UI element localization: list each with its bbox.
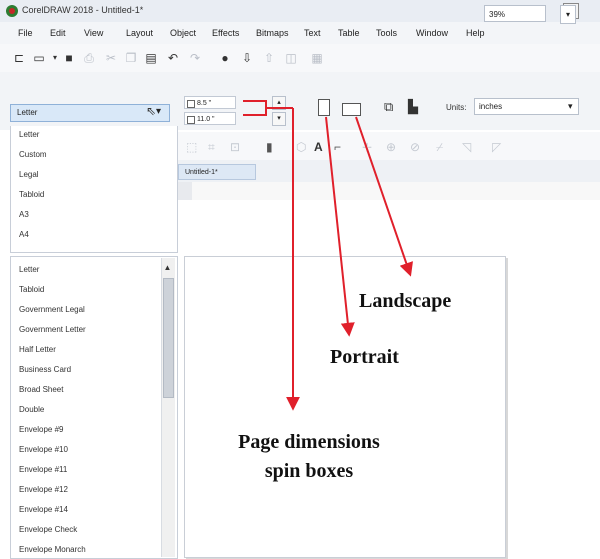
export-icon[interactable]: ⇧ bbox=[262, 51, 276, 65]
list-item[interactable]: Government Letter bbox=[19, 325, 86, 334]
document-tab[interactable]: Untitled-1* bbox=[178, 164, 256, 180]
standard-toolbar: ⊏ ▭ ▾ ■ ⎙ ✂ ❐ ▤ ↶ ↷ ● ⇩ ⇧ ◫ ▦ bbox=[0, 44, 600, 73]
horizontal-ruler bbox=[174, 182, 600, 201]
spin-down-icon[interactable]: ▾ bbox=[272, 112, 286, 126]
import-icon[interactable]: ⇩ bbox=[240, 51, 254, 65]
portrait-annotation: Portrait bbox=[330, 346, 399, 368]
list-item[interactable]: Letter bbox=[19, 130, 39, 139]
page-height-spinbox[interactable]: 11.0 " bbox=[184, 112, 236, 125]
width-icon bbox=[187, 100, 195, 108]
scrollbar-thumb[interactable] bbox=[163, 278, 174, 398]
all-pages-icon[interactable]: ⧉ bbox=[384, 99, 393, 115]
undo-icon[interactable]: ↶ bbox=[166, 51, 180, 65]
app-launcher-icon[interactable]: ▦ bbox=[310, 51, 324, 65]
page-dimensions-annotation-line1: Page dimensions bbox=[238, 431, 380, 453]
redo-icon[interactable]: ↷ bbox=[188, 51, 202, 65]
page-size-list: Letter Tabloid Government Legal Governme… bbox=[10, 256, 178, 559]
units-dropdown-icon[interactable]: ▾ bbox=[568, 101, 573, 112]
toolbox-strip: ⬚ ⌗ ⊡ ▮ ⬡ A ⌐ ⊹ ⊕ ⊘ ⌿ ◹ ◸ bbox=[174, 132, 600, 161]
menu-object[interactable]: Object bbox=[170, 28, 196, 38]
menu-layout[interactable]: Layout bbox=[126, 28, 153, 38]
page-width-value: 8.5 " bbox=[197, 100, 212, 107]
list-item[interactable]: A3 bbox=[19, 210, 29, 219]
eyedropper-tool-icon[interactable]: ⌿ bbox=[436, 140, 443, 155]
page-dimensions-annotation: Page dimensions spin boxes bbox=[204, 428, 414, 486]
search-content-icon[interactable]: ● bbox=[218, 51, 232, 65]
copy-icon[interactable]: ❐ bbox=[124, 51, 138, 65]
menu-tools[interactable]: Tools bbox=[376, 28, 397, 38]
window-title: CorelDRAW 2018 - Untitled-1* bbox=[22, 5, 144, 15]
list-item[interactable]: Tabloid bbox=[19, 190, 44, 199]
landscape-annotation: Landscape bbox=[359, 290, 452, 312]
zoom-level-field[interactable]: 39% bbox=[484, 5, 546, 22]
zoom-dropdown-icon[interactable]: ▾ bbox=[560, 5, 576, 24]
connector-tool-icon[interactable]: ⊹ bbox=[362, 140, 372, 154]
units-select[interactable]: inches bbox=[474, 98, 579, 115]
current-page-icon[interactable]: ▙ bbox=[408, 99, 418, 115]
list-item[interactable]: Custom bbox=[19, 150, 47, 159]
list-item[interactable]: Half Letter bbox=[19, 345, 56, 354]
list-item[interactable]: Envelope #9 bbox=[19, 425, 63, 434]
menu-file[interactable]: File bbox=[18, 28, 33, 38]
zoom-tool-icon[interactable]: ⊡ bbox=[230, 140, 240, 154]
scroll-up-icon[interactable]: ▲ bbox=[162, 262, 173, 273]
list-item[interactable]: Tabloid bbox=[19, 285, 44, 294]
polygon-tool-icon[interactable]: ⬡ bbox=[296, 140, 306, 154]
spin-up-icon[interactable]: ▴ bbox=[272, 96, 286, 110]
blend-tool-icon[interactable]: ⊕ bbox=[386, 140, 396, 154]
shape-tool-icon[interactable]: ⬚ bbox=[186, 140, 197, 154]
list-item[interactable]: Envelope Check bbox=[19, 525, 77, 534]
menu-window[interactable]: Window bbox=[416, 28, 448, 38]
menu-text[interactable]: Text bbox=[304, 28, 321, 38]
portrait-orientation-button[interactable] bbox=[318, 99, 330, 116]
save-icon[interactable]: ■ bbox=[62, 51, 76, 65]
menu-edit[interactable]: Edit bbox=[50, 28, 66, 38]
menu-help[interactable]: Help bbox=[466, 28, 485, 38]
page-width-spinbox[interactable]: 8.5 " bbox=[184, 96, 236, 109]
list-item[interactable]: Letter bbox=[19, 265, 39, 274]
menu-bitmaps[interactable]: Bitmaps bbox=[256, 28, 289, 38]
list-item[interactable]: Envelope #10 bbox=[19, 445, 68, 454]
text-tool-icon[interactable]: A bbox=[314, 140, 323, 154]
page-dimensions-annotation-line2: spin boxes bbox=[264, 460, 354, 482]
list-item[interactable]: Envelope #12 bbox=[19, 485, 68, 494]
open-icon[interactable]: ▭ bbox=[32, 51, 46, 65]
menu-view[interactable]: View bbox=[84, 28, 103, 38]
list-item[interactable]: Double bbox=[19, 405, 44, 414]
coreldraw-app-icon bbox=[6, 5, 18, 17]
list-item[interactable]: Envelope Monarch bbox=[19, 545, 86, 554]
page-size-recent-list: Letter Custom Legal Tabloid A3 A4 bbox=[10, 126, 178, 253]
outline-tool-icon[interactable]: ◸ bbox=[492, 140, 501, 154]
crop-tool-icon[interactable]: ⌗ bbox=[208, 140, 215, 155]
new-document-icon[interactable]: ⊏ bbox=[12, 51, 26, 65]
list-item[interactable]: Business Card bbox=[19, 365, 71, 374]
height-icon bbox=[187, 116, 195, 124]
list-item[interactable]: Legal bbox=[19, 170, 39, 179]
mouse-pointer-icon: ⇖ bbox=[146, 104, 157, 118]
list-item[interactable]: A4 bbox=[19, 230, 29, 239]
list-item[interactable]: Envelope #11 bbox=[19, 465, 67, 474]
menu-table[interactable]: Table bbox=[338, 28, 360, 38]
dimension-tool-icon[interactable]: ⌐ bbox=[334, 140, 341, 154]
units-label: Units: bbox=[446, 103, 467, 112]
paste-icon[interactable]: ▤ bbox=[144, 51, 158, 65]
landscape-orientation-button[interactable] bbox=[342, 103, 361, 116]
print-icon[interactable]: ⎙ bbox=[82, 51, 96, 65]
open-dropdown-icon[interactable]: ▾ bbox=[48, 51, 62, 65]
list-item[interactable]: Government Legal bbox=[19, 305, 85, 314]
menu-effects[interactable]: Effects bbox=[212, 28, 239, 38]
document-page[interactable] bbox=[184, 256, 506, 558]
page-size-dropdown-icon[interactable]: ▾ bbox=[156, 106, 168, 120]
list-item[interactable]: Broad Sheet bbox=[19, 385, 63, 394]
publish-icon[interactable]: ◫ bbox=[284, 51, 298, 65]
menu-bar: File Edit View Layout Object Effects Bit… bbox=[0, 22, 600, 45]
cut-icon[interactable]: ✂ bbox=[104, 51, 118, 65]
transparency-tool-icon[interactable]: ⊘ bbox=[410, 140, 420, 154]
rectangle-tool-icon[interactable]: ▮ bbox=[266, 140, 273, 154]
fill-tool-icon[interactable]: ◹ bbox=[462, 140, 471, 154]
list-item[interactable]: Envelope #14 bbox=[19, 505, 68, 514]
page-height-value: 11.0 " bbox=[197, 116, 215, 123]
